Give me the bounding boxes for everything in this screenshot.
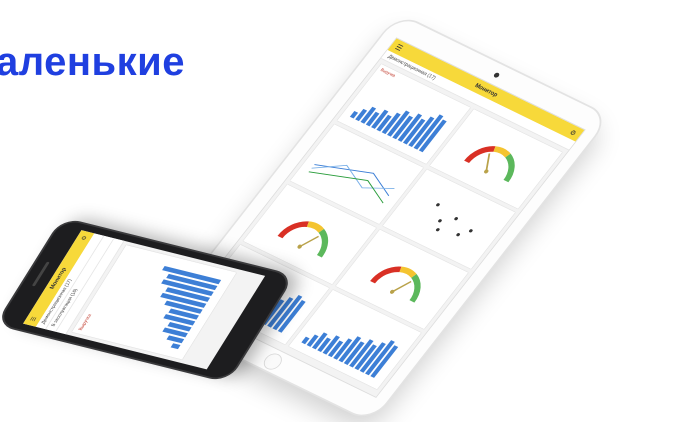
point xyxy=(435,227,440,232)
tablet-home-button[interactable] xyxy=(260,350,286,373)
gauge-segment xyxy=(398,266,417,278)
gear-icon[interactable]: ⚙ xyxy=(79,235,88,241)
menu-icon[interactable]: ☰ xyxy=(393,42,405,53)
point xyxy=(453,216,458,221)
point xyxy=(435,202,440,207)
gauge-needle xyxy=(299,235,319,248)
bar xyxy=(166,335,185,344)
gauge-segment xyxy=(492,146,511,158)
tablet-camera xyxy=(492,71,501,79)
gauge-needle xyxy=(391,280,412,293)
gauge-segment xyxy=(408,273,421,303)
gauge-needle xyxy=(485,153,490,172)
gauge-segment xyxy=(277,221,309,239)
gauge-segment xyxy=(316,228,329,258)
point xyxy=(456,232,460,237)
point xyxy=(437,218,442,223)
gear-icon[interactable]: ⚙ xyxy=(568,128,578,137)
gauge-segment xyxy=(306,221,325,233)
menu-icon[interactable]: ☰ xyxy=(29,316,38,322)
gauge-segment xyxy=(369,266,402,284)
gauge-segment xyxy=(503,153,515,183)
headline: аленькие xyxy=(0,40,185,84)
gauge-segment xyxy=(463,145,496,164)
gauge-hub xyxy=(483,169,489,174)
point xyxy=(468,229,473,233)
bar xyxy=(170,343,181,350)
